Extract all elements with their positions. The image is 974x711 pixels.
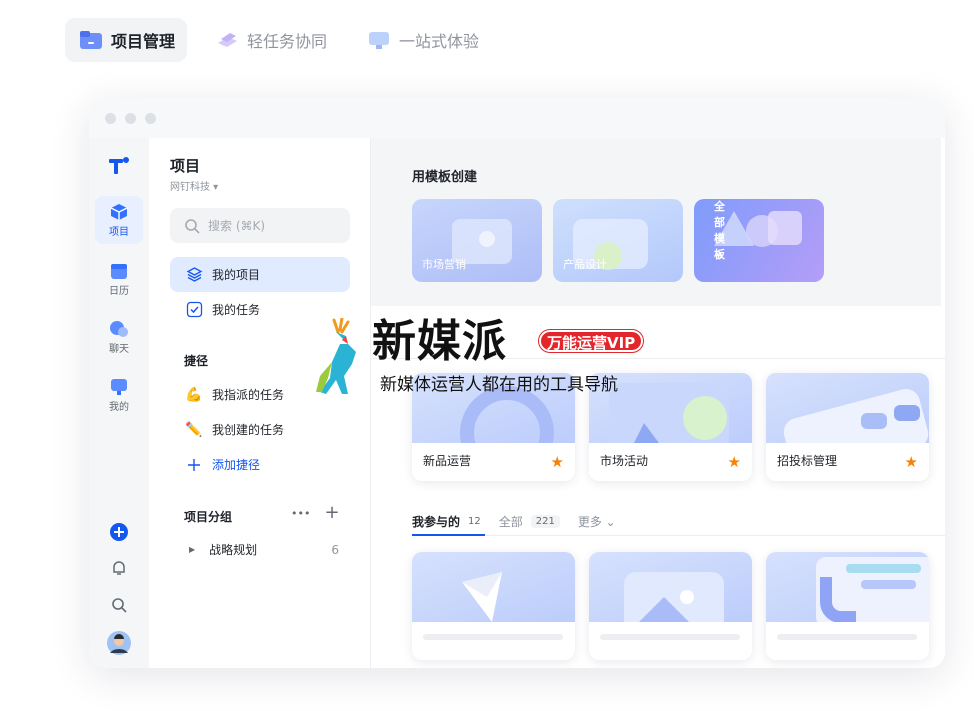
sheet-illustration [816, 557, 929, 627]
add-shortcut-button[interactable]: 添加捷径 [170, 447, 350, 482]
placeholder-bar [777, 634, 917, 640]
active-tab-indicator [412, 534, 485, 536]
star-icon[interactable]: ★ [728, 453, 741, 471]
groups-heading: 项目分组 [184, 510, 233, 524]
checkbox-icon [185, 301, 203, 319]
caret-right-icon: ▶ [189, 545, 196, 554]
org-switcher[interactable]: 网钉科技 ▾ [170, 178, 218, 193]
watermark-vip-badge: 万能运营VIP [539, 330, 644, 352]
group-tools: ••• + [291, 504, 340, 524]
deer-logo [316, 318, 356, 394]
profile-icon [111, 378, 127, 395]
plus-circle-icon [110, 523, 128, 541]
project-cover [412, 552, 575, 622]
tab-all[interactable]: 全部 221 [499, 510, 560, 532]
panel-title: 项目 [170, 157, 201, 175]
project-card[interactable] [766, 552, 929, 660]
placeholder-bar [600, 634, 740, 640]
template-card-product-design[interactable]: 产品设计 [553, 199, 683, 282]
tab-one-stop[interactable]: 一站式体验 [353, 18, 491, 62]
star-icon[interactable]: ★ [551, 453, 564, 471]
more-icon[interactable]: ••• [291, 504, 310, 524]
project-card[interactable] [589, 552, 752, 660]
rail-item-chat[interactable]: 聊天 [95, 313, 143, 361]
layers-icon [185, 266, 203, 284]
rail-item-mine[interactable]: 我的 [95, 371, 143, 419]
project-cover [589, 552, 752, 632]
arrow-right-icon: → [714, 249, 724, 262]
tab-label: 轻任务协同 [247, 32, 328, 51]
create-button[interactable] [109, 522, 129, 542]
project-card[interactable]: 招投标管理 ★ [766, 373, 929, 481]
tab-more[interactable]: 更多 ⌄ [578, 510, 616, 532]
project-cover [766, 552, 929, 627]
main-content: 用模板创建 市场营销 产品设计 探索全部模板 → [371, 138, 945, 668]
side-panel: 项目 网钉科技 ▾ 搜索 (⌘K) 我的项目 我的任务 捷径 💪 我指派的任务 … [149, 138, 371, 668]
project-cover [766, 373, 929, 477]
watermark: 新媒派 万能运营VIP 新媒体运营人都在用的工具导航 [312, 318, 672, 398]
window-zoom-dot[interactable] [145, 112, 156, 124]
group-count: 6 [331, 542, 339, 557]
cube-icon [110, 203, 128, 220]
window-minimize-dot[interactable] [125, 112, 136, 124]
cursor-illustration [462, 572, 502, 622]
monitor-icon [369, 32, 390, 49]
tab-participating[interactable]: 我参与的 12 [412, 510, 481, 532]
search-icon [112, 598, 127, 613]
search-button[interactable] [109, 595, 129, 615]
tab-rule [412, 535, 945, 536]
bars-illustration [783, 389, 929, 477]
window-close-dot[interactable] [105, 112, 116, 124]
flex-arm-icon: 💪 [185, 386, 203, 403]
search-placeholder: 搜索 (⌘K) [208, 219, 266, 233]
rail-item-calendar[interactable]: 日历 [95, 255, 143, 303]
group-item[interactable]: ▶ 战略规划 6 [189, 541, 339, 558]
project-card[interactable] [412, 552, 575, 660]
placeholder-bar [423, 634, 563, 640]
template-card-marketing[interactable]: 市场营销 [412, 199, 542, 282]
stack-icon [218, 33, 238, 47]
search-icon [185, 218, 200, 234]
notification-button[interactable] [109, 558, 129, 578]
tab-project-management[interactable]: 项目管理 [65, 18, 188, 62]
bell-icon [113, 561, 125, 575]
shortcuts-heading: 捷径 [184, 354, 209, 368]
group-label: 战略规划 [209, 543, 258, 557]
calendar-icon [111, 263, 127, 279]
search-input[interactable]: 搜索 (⌘K) [170, 208, 350, 243]
nav-my-projects[interactable]: 我的项目 [170, 257, 350, 292]
tab-label: 项目管理 [111, 32, 176, 51]
app-rail: 项目 日历 聊天 我的 [89, 138, 149, 668]
folder-icon [80, 31, 102, 49]
feature-tabs: 项目管理 轻任务协同 一站式体验 [65, 18, 491, 62]
title-bar [89, 98, 945, 138]
plus-icon [185, 456, 203, 474]
chat-icon [110, 320, 128, 337]
avatar[interactable] [106, 630, 132, 656]
avatar-icon [107, 631, 131, 655]
star-icon[interactable]: ★ [905, 453, 918, 471]
shortcut-created-by-me[interactable]: ✏️ 我创建的任务 [170, 412, 350, 447]
tab-light-collaboration[interactable]: 轻任务协同 [201, 18, 339, 62]
app-logo-icon [109, 157, 129, 174]
watermark-subtitle: 新媒体运营人都在用的工具导航 [380, 375, 618, 395]
explore-all-templates[interactable]: 探索全部模板 → [694, 199, 824, 282]
project-filter-tabs: 我参与的 12 全部 221 更多 ⌄ [412, 510, 616, 532]
watermark-title: 新媒派 [372, 316, 507, 367]
templates-heading: 用模板创建 [412, 170, 478, 185]
rail-item-project[interactable]: 项目 [95, 196, 143, 244]
image-illustration [624, 572, 724, 632]
tab-label: 一站式体验 [399, 32, 480, 51]
pencil-icon: ✏️ [185, 421, 203, 438]
add-group-icon[interactable]: + [324, 504, 339, 524]
